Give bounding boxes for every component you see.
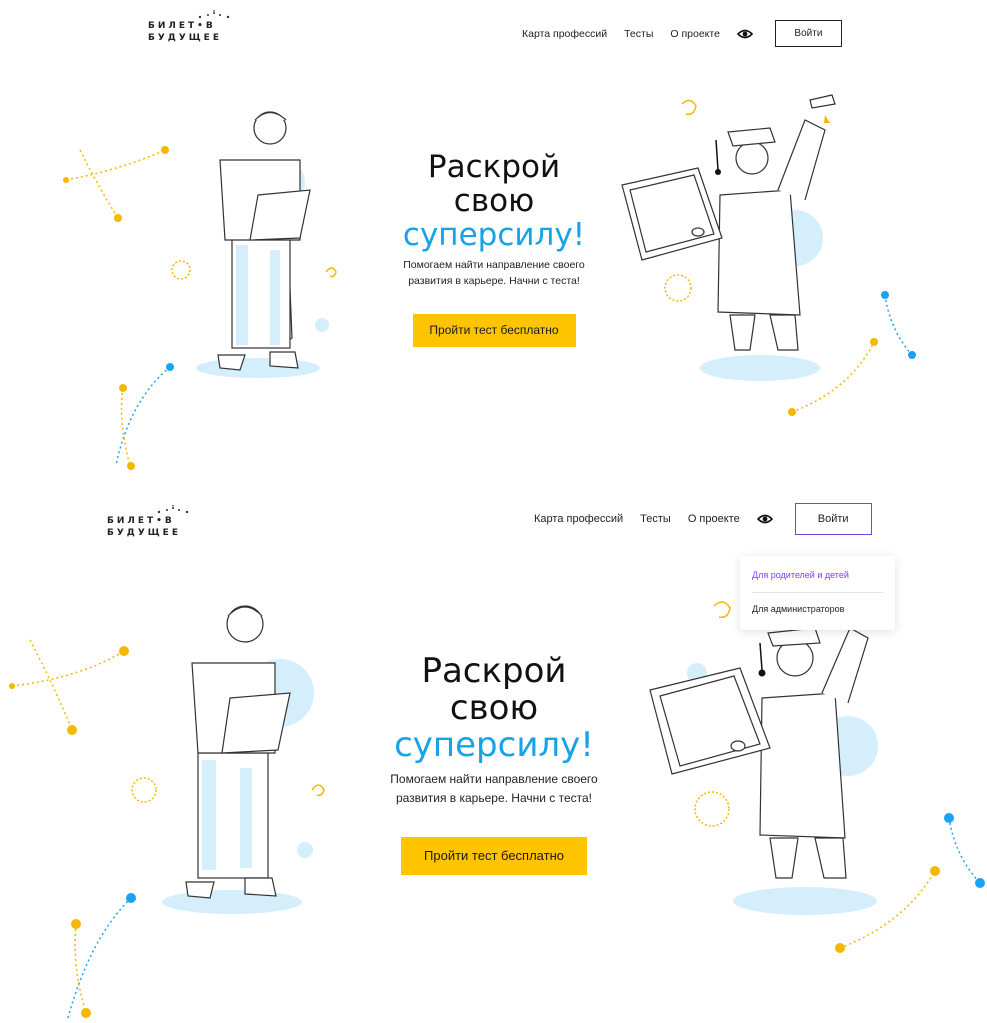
hero: Раскрой свою суперсилу! Помогаем найти н… bbox=[372, 653, 616, 875]
hero-title-line-2: свою bbox=[453, 183, 535, 219]
logo-line-2: БУДУЩЕЕ bbox=[148, 33, 222, 43]
nav-item-about[interactable]: О проекте bbox=[688, 513, 740, 525]
logo-line-1: БИЛЕТ•В bbox=[148, 21, 216, 31]
hero-subtitle-line-1: Помогаем найти направление своего bbox=[390, 772, 598, 786]
logo[interactable]: БИЛЕТ•В БУДУЩЕЕ bbox=[107, 505, 189, 539]
dropdown-divider bbox=[752, 592, 883, 593]
hero-title-accent: суперсилу! bbox=[402, 217, 586, 253]
top-nav: Карта профессий Тесты О проекте Войти bbox=[534, 503, 872, 535]
logo-line-1: БИЛЕТ•В bbox=[107, 516, 175, 526]
logo[interactable]: БИЛЕТ•В БУДУЩЕЕ bbox=[148, 10, 230, 44]
start-test-button[interactable]: Пройти тест бесплатно bbox=[401, 837, 587, 875]
start-test-button[interactable]: Пройти тест бесплатно bbox=[412, 314, 576, 347]
hero-subtitle: Помогаем найти направление своего развит… bbox=[383, 257, 605, 289]
nav-item-professions-map[interactable]: Карта профессий bbox=[534, 513, 623, 525]
login-dropdown: Для родителей и детей Для администраторо… bbox=[740, 556, 895, 630]
hero-subtitle-line-2: развития в карьере. Начни с теста! bbox=[395, 791, 593, 805]
hero-title-line-1: Раскрой bbox=[421, 651, 567, 691]
dropdown-option-parents-children[interactable]: Для родителей и детей bbox=[752, 570, 849, 580]
logo-dots-icon bbox=[157, 505, 189, 514]
screen-default: БИЛЕТ•В БУДУЩЕЕ Карта профессий Тесты О … bbox=[0, 0, 987, 478]
nav-item-professions-map[interactable]: Карта профессий bbox=[522, 28, 607, 40]
nav-item-tests[interactable]: Тесты bbox=[640, 513, 671, 525]
hero-subtitle: Помогаем найти направление своего развит… bbox=[372, 770, 616, 808]
hero: Раскрой свою суперсилу! Помогаем найти н… bbox=[383, 150, 605, 347]
hero-subtitle-line-1: Помогаем найти направление своего bbox=[403, 259, 585, 271]
hero-title-line-2: свою bbox=[449, 688, 539, 728]
nav-item-about[interactable]: О проекте bbox=[670, 28, 720, 40]
hero-title-line-1: Раскрой bbox=[427, 149, 561, 185]
logo-dots-icon bbox=[198, 10, 230, 19]
hero-title: Раскрой свою суперсилу! bbox=[372, 653, 616, 764]
nav-item-tests[interactable]: Тесты bbox=[624, 28, 653, 40]
login-button[interactable]: Войти bbox=[794, 503, 872, 535]
login-button[interactable]: Войти bbox=[774, 20, 842, 47]
hero-title: Раскрой свою суперсилу! bbox=[383, 150, 605, 252]
hero-subtitle-line-2: развития в карьере. Начни с теста! bbox=[408, 275, 580, 287]
dropdown-option-administrators[interactable]: Для администраторов bbox=[752, 604, 844, 614]
screen-dropdown-open: БИЛЕТ•В БУДУЩЕЕ Карта профессий Тесты О … bbox=[0, 478, 987, 1023]
eye-icon[interactable] bbox=[756, 514, 773, 524]
eye-icon[interactable] bbox=[736, 29, 753, 39]
logo-line-2: БУДУЩЕЕ bbox=[107, 528, 181, 538]
top-nav: Карта профессий Тесты О проекте Войти bbox=[522, 20, 842, 47]
hero-title-accent: суперсилу! bbox=[394, 725, 594, 765]
